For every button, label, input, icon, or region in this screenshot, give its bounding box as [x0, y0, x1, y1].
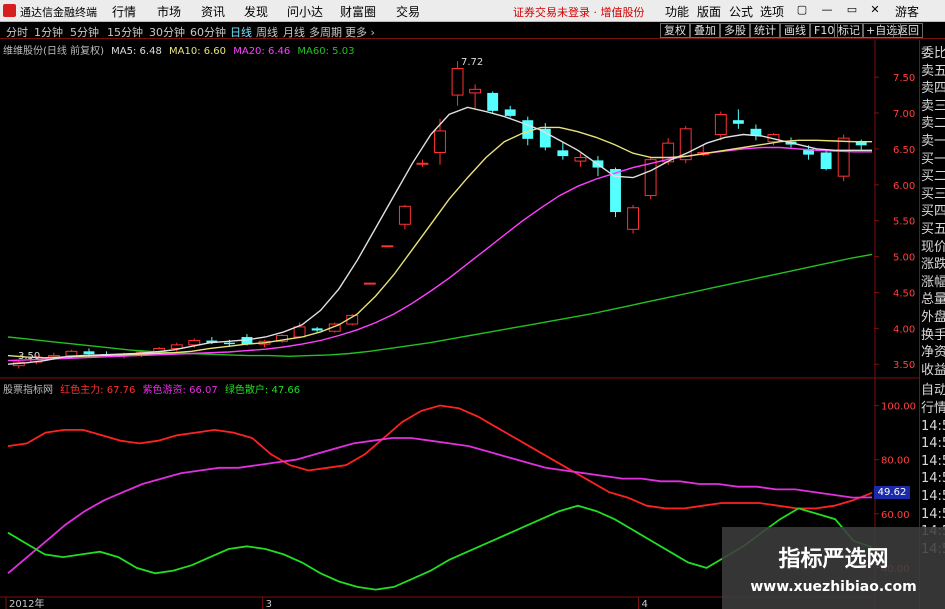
candle-body-down	[539, 128, 551, 148]
date-label: 3	[266, 599, 272, 609]
candle-body-up	[363, 282, 376, 285]
watermark-title: 指标严选网	[778, 547, 889, 572]
candle-body-up	[451, 68, 464, 96]
watermark: 指标严选网 www.xuezhibiao.com	[722, 527, 945, 609]
right-panel-item[interactable]: 买五	[921, 221, 945, 238]
sub-tick-label: 80.00	[881, 456, 910, 467]
right-panel-item[interactable]: 行情	[921, 400, 945, 417]
candle-body-down	[732, 120, 744, 124]
candle-body-down	[311, 328, 323, 331]
right-panel-item[interactable]: 14:56	[921, 506, 945, 523]
legend-ma20: MA20: 6.46	[233, 46, 291, 57]
right-panel-item[interactable]: 现价	[921, 239, 945, 256]
right-panel-item[interactable]: 卖三	[921, 98, 945, 115]
legend-main-force: 红色主力: 67.76	[60, 385, 136, 396]
right-panel-item[interactable]: 14:56	[921, 470, 945, 487]
low-price-label: 3.50	[18, 351, 41, 362]
price-tick-label: 7.00	[893, 109, 915, 120]
candle-body-down	[223, 342, 235, 345]
price-tick-label: 5.00	[893, 253, 915, 264]
candle-body-up	[627, 207, 640, 230]
right-panel-item[interactable]: 买二	[921, 168, 945, 185]
legend-ma60: MA60: 5.03	[297, 46, 355, 57]
candle-body-down	[504, 109, 516, 116]
legend-ma5: MA5: 6.48	[111, 46, 162, 57]
right-info-panel: 委比 卖五 卖四 卖三 卖二 卖一 买一 买二 买三 买四 买五 现价 涨跌 涨幅 总量 外盘 换手 净资 收益自动…	[919, 40, 945, 609]
right-panel-item[interactable]: 卖五	[921, 63, 945, 80]
candle-body-up	[381, 245, 394, 248]
candle-body-down	[820, 152, 832, 169]
right-panel-item[interactable]: 14:56	[921, 488, 945, 505]
right-panel-item[interactable]: 卖二	[921, 115, 945, 132]
candle-body-up	[574, 157, 587, 162]
candle-body-up	[837, 137, 850, 177]
candle-body-down	[557, 150, 569, 157]
right-panel-item[interactable]: 涨幅	[921, 274, 945, 291]
main-force-line	[7, 404, 873, 510]
right-panel-item[interactable]: 涨跌	[921, 256, 945, 273]
ma20-line	[7, 146, 872, 362]
candle-body-up	[398, 205, 411, 225]
right-panel-item[interactable]: 卖四	[921, 80, 945, 97]
price-tick-label: 4.00	[893, 324, 915, 335]
right-panel-item[interactable]: 14:56	[921, 435, 945, 452]
right-panel-item[interactable]: 14:56	[921, 418, 945, 435]
price-tick-label: 3.50	[893, 360, 915, 371]
legend-ma10: MA10: 6.60	[169, 46, 227, 57]
date-label: 4	[641, 599, 647, 609]
sub-tick-label: 100.00	[881, 402, 916, 413]
candle-body-up	[469, 88, 482, 94]
stock-title: 维维股份(日线 前复权)	[3, 46, 104, 57]
candle-body-up	[188, 340, 201, 346]
current-value-tag: 49.62	[874, 486, 910, 499]
date-label: 2012年	[9, 597, 44, 609]
right-panel-item[interactable]: 收益	[921, 362, 945, 379]
watermark-url: www.xuezhibiao.com	[750, 579, 917, 595]
candle-body-up	[293, 326, 306, 338]
legend-retail: 绿色散户: 47.66	[224, 385, 301, 396]
right-panel-item[interactable]: 14:56	[921, 453, 945, 470]
high-price-label: 7.72	[461, 57, 484, 68]
legend-hot-money: 紫色游资: 66.07	[142, 385, 218, 396]
candle-body-up	[434, 130, 446, 153]
ma60-line	[7, 253, 873, 358]
right-panel-item[interactable]: 委比	[921, 45, 945, 62]
right-panel-item[interactable]: 买一	[921, 151, 945, 168]
right-panel-item[interactable]: 卖一	[921, 133, 945, 150]
right-panel-item[interactable]: 买四	[921, 203, 945, 220]
candle-body-down	[83, 351, 95, 355]
price-tick-label: 6.00	[893, 181, 915, 192]
candle-body-down	[610, 168, 621, 213]
right-panel-item[interactable]: 外盘	[921, 309, 945, 326]
price-tick-label: 4.50	[893, 288, 915, 299]
right-panel-item[interactable]: 总量	[921, 291, 945, 308]
sub-legend: 股票指标网 红色主力: 67.76 紫色游资: 66.07 绿色散户: 47.6…	[3, 381, 304, 396]
right-panel-item[interactable]: 换手	[921, 327, 945, 344]
indicator-name: 股票指标网	[3, 385, 53, 396]
candle-body-up	[416, 162, 429, 165]
price-tick-label: 5.50	[893, 217, 915, 228]
candle-body-up	[714, 113, 727, 136]
kline-chart[interactable]: 7.50 7.00 6.50 6.00 5.50 5.00 4.50 4.00 3.50 100.…	[0, 0, 945, 609]
right-panel-item[interactable]: 买三	[921, 186, 945, 203]
candle-body-up	[65, 350, 78, 357]
right-panel-item[interactable]: 自动	[921, 382, 945, 399]
right-panel-item[interactable]: 净资	[921, 344, 945, 361]
candle-body-down	[487, 92, 499, 111]
sub-tick-label: 60.00	[881, 510, 910, 521]
price-tick-label: 6.50	[893, 145, 915, 156]
main-legend: 维维股份(日线 前复权) MA5: 6.48 MA10: 6.60 MA20: …	[3, 42, 358, 57]
price-tick-label: 7.50	[893, 73, 915, 84]
